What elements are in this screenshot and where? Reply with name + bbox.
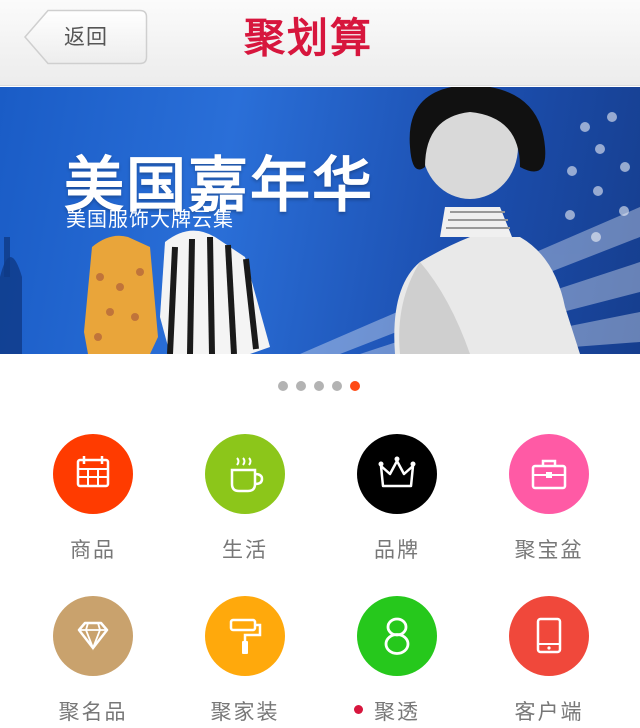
category-label: 聚名品 [58,700,128,724]
client-app-icon-circle [509,596,589,676]
category-label: 商品 [70,538,116,562]
eight-icon [384,617,410,655]
category-life[interactable]: 生活 [165,434,325,584]
jutou-icon-circle [357,596,437,676]
category-home-decor[interactable]: 聚家装 [165,596,325,728]
carousel-dot-active[interactable] [350,381,360,391]
category-jutou[interactable]: 聚透 [317,596,477,728]
category-label: 客户端 [514,700,584,724]
category-treasure-bowl[interactable]: 聚宝盆 [469,434,629,584]
category-goods[interactable]: 商品 [13,434,173,584]
category-label: 生活 [222,538,268,562]
category-label: 聚透 [374,700,420,724]
luxury-icon-circle [53,596,133,676]
briefcase-icon [531,459,567,490]
diamond-icon [77,621,109,651]
carousel-dot[interactable] [332,381,342,391]
carousel-dot[interactable] [296,381,306,391]
carousel-dot[interactable] [314,381,324,391]
top-bar: 返回 聚划算 [0,0,640,86]
tablet-icon [536,617,562,654]
calendar-icon [76,456,110,488]
home-decor-icon-circle [205,596,285,676]
coffee-cup-icon [230,457,264,493]
life-icon-circle [205,434,285,514]
category-label: 品牌 [374,538,420,562]
category-brand[interactable]: 品牌 [317,434,477,584]
back-button[interactable]: 返回 [24,9,148,65]
paint-roller-icon [229,618,262,654]
promo-banner[interactable]: 美国嘉年华 美国服饰大牌云集 [0,87,640,354]
crown-icon [378,456,416,488]
juhuasuan-logo: 聚划算 [244,14,373,62]
carousel-dot[interactable] [278,381,288,391]
category-label: 聚宝盆 [514,538,584,562]
category-luxury[interactable]: 聚名品 [13,596,173,728]
category-client-app[interactable]: 客户端 [469,596,629,728]
brand-icon-circle [357,434,437,514]
treasure-bowl-icon-circle [509,434,589,514]
goods-icon-circle [53,434,133,514]
banner-subtitle: 美国服饰大牌云集 [66,207,234,231]
back-button-label: 返回 [64,25,108,49]
category-label: 聚家装 [210,700,280,724]
